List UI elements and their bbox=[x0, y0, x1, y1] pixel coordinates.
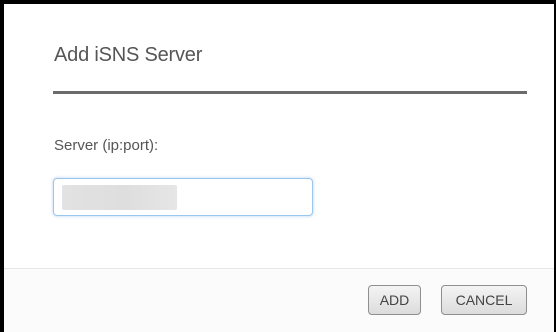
dialog-title: Add iSNS Server bbox=[54, 44, 203, 66]
redacted-server-value bbox=[62, 185, 177, 210]
server-field-label: Server (ip:port): bbox=[54, 137, 159, 154]
title-divider bbox=[53, 91, 527, 94]
add-button[interactable]: ADD bbox=[368, 285, 421, 315]
add-isns-server-dialog: Add iSNS Server Server (ip:port): ADD CA… bbox=[0, 0, 556, 332]
cancel-button[interactable]: CANCEL bbox=[441, 285, 527, 315]
